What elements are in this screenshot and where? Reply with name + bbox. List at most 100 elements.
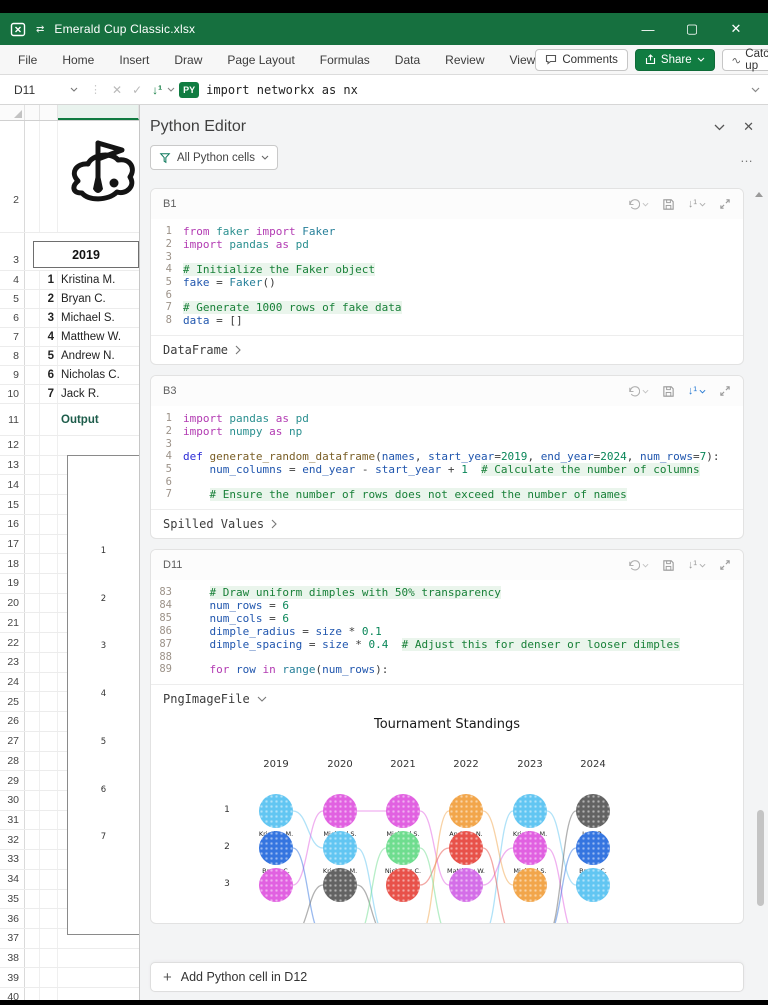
expand-cell-icon[interactable] bbox=[719, 559, 731, 571]
enter-icon[interactable]: ✓ bbox=[132, 83, 142, 97]
ribbon-tab-home[interactable]: Home bbox=[62, 53, 94, 67]
row-header[interactable]: 12 bbox=[0, 436, 25, 455]
row-header[interactable]: 22 bbox=[0, 633, 25, 652]
python-cell-card-B3[interactable]: B3 ↓¹ 1import pandas as pd2import numpy … bbox=[150, 375, 744, 539]
row-header[interactable]: 5 bbox=[0, 290, 25, 308]
player-rank-cell[interactable]: 1 bbox=[40, 271, 58, 289]
row-header[interactable]: 39 bbox=[0, 968, 25, 987]
scrollbar-thumb[interactable] bbox=[757, 810, 764, 906]
row-header[interactable]: 38 bbox=[0, 949, 25, 968]
ribbon-tab-view[interactable]: View bbox=[510, 53, 536, 67]
sheet-row[interactable]: 3 2019 bbox=[0, 233, 139, 271]
ribbon-tab-formulas[interactable]: Formulas bbox=[320, 53, 370, 67]
expand-cell-icon[interactable] bbox=[719, 385, 731, 397]
name-box[interactable]: D11 bbox=[8, 79, 84, 101]
maximize-button[interactable]: ▢ bbox=[670, 13, 714, 45]
row-header[interactable]: 33 bbox=[0, 850, 25, 869]
season-header-cell[interactable]: 2019 bbox=[33, 241, 139, 268]
python-cell-card-D11[interactable]: D11 ↓¹ 83 # Draw uniform dimples with 50… bbox=[150, 549, 744, 924]
player-name-cell[interactable]: Nicholas C. bbox=[58, 366, 140, 384]
row-header[interactable]: 6 bbox=[0, 309, 25, 327]
row-header[interactable]: 30 bbox=[0, 791, 25, 810]
row-header[interactable]: 25 bbox=[0, 692, 25, 711]
save-icon[interactable] bbox=[662, 385, 675, 398]
player-rank-cell[interactable]: 4 bbox=[40, 328, 58, 346]
row-header[interactable]: 15 bbox=[0, 495, 25, 514]
golf-logo-image[interactable] bbox=[56, 131, 136, 223]
sheet-row[interactable]: 38 bbox=[0, 949, 139, 969]
undo-icon[interactable] bbox=[627, 198, 649, 211]
row-header[interactable]: 29 bbox=[0, 771, 25, 790]
player-rank-cell[interactable]: 5 bbox=[40, 347, 58, 365]
calc-order-icon[interactable]: ↓¹ bbox=[152, 83, 162, 97]
python-cells-filter[interactable]: All Python cells bbox=[150, 145, 278, 170]
player-row[interactable]: 52Bryan C. bbox=[0, 290, 139, 309]
player-row[interactable]: 63Michael S. bbox=[0, 309, 139, 328]
code-editor[interactable]: 1import pandas as pd2import numpy as np3… bbox=[151, 406, 743, 509]
row-header[interactable]: 17 bbox=[0, 535, 25, 554]
row-header[interactable]: 18 bbox=[0, 554, 25, 573]
ribbon-tab-insert[interactable]: Insert bbox=[119, 53, 149, 67]
save-icon[interactable] bbox=[662, 559, 675, 572]
column-header-a[interactable] bbox=[25, 105, 40, 120]
save-icon[interactable] bbox=[662, 198, 675, 211]
expand-formula-bar-icon[interactable] bbox=[751, 87, 760, 93]
row-header[interactable]: 28 bbox=[0, 752, 25, 771]
python-cell-card-B1[interactable]: B1 ↓¹ 1from faker import Faker2import pa… bbox=[150, 188, 744, 365]
row-header[interactable]: 8 bbox=[0, 347, 25, 365]
column-header-c[interactable] bbox=[58, 105, 139, 120]
collapse-pane-icon[interactable] bbox=[714, 124, 725, 131]
row-header[interactable]: 37 bbox=[0, 929, 25, 948]
select-all-corner[interactable] bbox=[0, 105, 25, 120]
cancel-icon[interactable]: ✕ bbox=[112, 83, 122, 97]
player-name-cell[interactable]: Michael S. bbox=[58, 309, 140, 327]
add-python-cell-button[interactable]: + Add Python cell in D12 bbox=[150, 962, 744, 992]
player-name-cell[interactable]: Bryan C. bbox=[58, 290, 140, 308]
row-header[interactable]: 9 bbox=[0, 366, 25, 384]
tournament-chart-image[interactable]: Tournament Standings20192020202120222023… bbox=[151, 713, 743, 923]
player-rank-cell[interactable]: 6 bbox=[40, 366, 58, 384]
cell-output-toggle[interactable]: Spilled Values bbox=[151, 509, 743, 538]
cell-output-toggle[interactable]: DataFrame bbox=[151, 335, 743, 364]
row-header[interactable]: 20 bbox=[0, 594, 25, 613]
ribbon-tab-data[interactable]: Data bbox=[395, 53, 420, 67]
player-name-cell[interactable]: Kristina M. bbox=[58, 271, 140, 289]
autosave-icon[interactable]: ⇄ bbox=[36, 24, 44, 35]
row-header[interactable]: 23 bbox=[0, 653, 25, 672]
close-button[interactable]: ✕ bbox=[714, 13, 758, 45]
comments-button[interactable]: Comments bbox=[535, 49, 628, 71]
ribbon-tab-review[interactable]: Review bbox=[445, 53, 484, 67]
player-row[interactable]: 107Jack R. bbox=[0, 385, 139, 404]
sheet-row[interactable]: 11Output bbox=[0, 404, 139, 436]
player-name-cell[interactable]: Jack R. bbox=[58, 385, 140, 403]
chevron-down-icon[interactable] bbox=[167, 87, 175, 92]
player-rank-cell[interactable]: 3 bbox=[40, 309, 58, 327]
row-header[interactable]: 27 bbox=[0, 732, 25, 751]
embedded-output-image[interactable]: 1234567 bbox=[67, 455, 140, 935]
row-header[interactable]: 32 bbox=[0, 830, 25, 849]
code-editor[interactable]: 1from faker import Faker2import pandas a… bbox=[151, 219, 743, 335]
player-row[interactable]: 74Matthew W. bbox=[0, 328, 139, 347]
row-header[interactable]: 35 bbox=[0, 890, 25, 909]
row-header[interactable]: 21 bbox=[0, 613, 25, 632]
row-header[interactable]: 14 bbox=[0, 475, 25, 494]
calc-order-icon[interactable]: ↓¹ bbox=[688, 559, 706, 571]
row-header[interactable]: 7 bbox=[0, 328, 25, 346]
row-header[interactable]: 4 bbox=[0, 271, 25, 289]
scrollbar-up-arrow[interactable] bbox=[755, 192, 763, 197]
sheet-row[interactable]: 39 bbox=[0, 968, 139, 988]
catch-up-button[interactable]: Catch up bbox=[722, 49, 768, 71]
calc-order-icon[interactable]: ↓¹ bbox=[688, 198, 706, 210]
expand-cell-icon[interactable] bbox=[719, 198, 731, 210]
row-header[interactable]: 31 bbox=[0, 811, 25, 830]
player-name-cell[interactable]: Matthew W. bbox=[58, 328, 140, 346]
close-pane-icon[interactable]: ✕ bbox=[743, 119, 754, 135]
player-rank-cell[interactable]: 2 bbox=[40, 290, 58, 308]
sheet-row[interactable]: 12 bbox=[0, 436, 139, 456]
player-name-cell[interactable]: Andrew N. bbox=[58, 347, 140, 365]
sheet-row[interactable]: 40 bbox=[0, 988, 139, 1000]
share-button[interactable]: Share bbox=[635, 49, 715, 71]
row-header[interactable]: 3 bbox=[0, 233, 25, 270]
cell-output-toggle[interactable]: PngImageFile bbox=[151, 684, 743, 713]
row-header[interactable]: 19 bbox=[0, 574, 25, 593]
